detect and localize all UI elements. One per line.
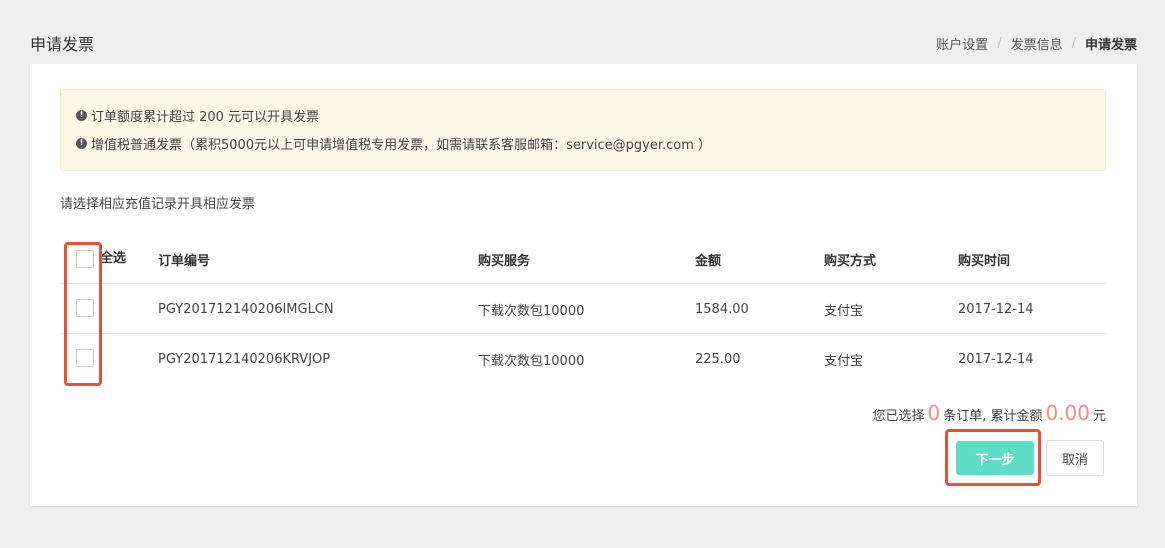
total-amount: 0.00 — [1045, 401, 1090, 425]
summary-middle: 条订单, 累计金额 — [943, 409, 1043, 424]
column-header-payment-method: 购买方式 — [824, 253, 877, 269]
column-header-purchase-time: 购买时间 — [958, 253, 1011, 269]
next-step-button[interactable]: 下一步 — [956, 441, 1034, 475]
row-checkbox[interactable] — [76, 299, 94, 317]
amount-cell: 1584.00 — [695, 301, 749, 317]
table-header-row: 全选 订单编号 购买服务 金额 购买方式 购买时间 — [60, 234, 1106, 284]
notice-box: ! 订单额度累计超过 200 元可以开具发票 ! 增值税普通发票（累积5000元… — [60, 89, 1106, 171]
purchase-time-cell: 2017-12-14 — [958, 351, 1034, 367]
column-header-service: 购买服务 — [478, 253, 531, 269]
info-circle-icon: ! — [76, 137, 87, 149]
purchase-time-cell: 2017-12-14 — [958, 301, 1034, 317]
payment-method-cell: 支付宝 — [824, 303, 864, 319]
breadcrumb-separator: / — [1071, 36, 1076, 51]
column-header-order-id: 订单编号 — [158, 253, 211, 269]
amount-cell: 225.00 — [695, 351, 741, 367]
breadcrumb-item-invoice-info[interactable]: 发票信息 — [1011, 34, 1063, 53]
notice-text: 增值税普通发票（累积5000元以上可申请增值税专用发票，如需请联系客服邮箱：se… — [91, 137, 712, 153]
info-circle-icon: ! — [76, 109, 87, 121]
summary-prefix: 您已选择 — [872, 409, 925, 424]
table-row: PGY201712140206IMGLCN 下载次数包10000 1584.00… — [60, 284, 1106, 334]
service-cell: 下载次数包10000 — [478, 303, 585, 319]
select-all-checkbox[interactable] — [76, 250, 94, 268]
notice-text: 订单额度累计超过 200 元可以开具发票 — [91, 109, 320, 125]
breadcrumb-item-account-settings[interactable]: 账户设置 — [936, 34, 988, 53]
cancel-button[interactable]: 取消 — [1046, 440, 1104, 476]
table-row: PGY201712140206KRVJOP 下载次数包10000 225.00 … — [60, 334, 1106, 384]
selected-count: 0 — [927, 401, 941, 425]
service-cell: 下载次数包10000 — [478, 353, 585, 369]
summary-suffix: 元 — [1092, 409, 1106, 424]
instruction-text: 请选择相应充值记录开具相应发票 — [60, 197, 256, 212]
orders-table: 全选 订单编号 购买服务 金额 购买方式 购买时间 PGY20171214020… — [60, 234, 1106, 384]
select-all-label[interactable]: 全选 — [100, 231, 126, 281]
column-header-amount: 金额 — [695, 253, 722, 269]
breadcrumb: 账户设置 / 发票信息 / 申请发票 — [936, 34, 1137, 53]
payment-method-cell: 支付宝 — [824, 353, 864, 369]
order-id-cell: PGY201712140206IMGLCN — [158, 301, 334, 317]
row-checkbox[interactable] — [76, 349, 94, 367]
invoice-card: ! 订单额度累计超过 200 元可以开具发票 ! 增值税普通发票（累积5000元… — [30, 64, 1137, 506]
breadcrumb-separator: / — [997, 36, 1002, 51]
notice-line: ! 订单额度累计超过 200 元可以开具发票 — [76, 105, 1105, 125]
order-id-cell: PGY201712140206KRVJOP — [158, 351, 331, 367]
page-title: 申请发票 — [30, 35, 95, 54]
breadcrumb-item-current: 申请发票 — [1084, 38, 1137, 53]
selection-summary: 您已选择 0 条订单, 累计金额 0.00 元 — [872, 401, 1106, 425]
notice-line: ! 增值税普通发票（累积5000元以上可申请增值税专用发票，如需请联系客服邮箱：… — [76, 133, 1105, 153]
